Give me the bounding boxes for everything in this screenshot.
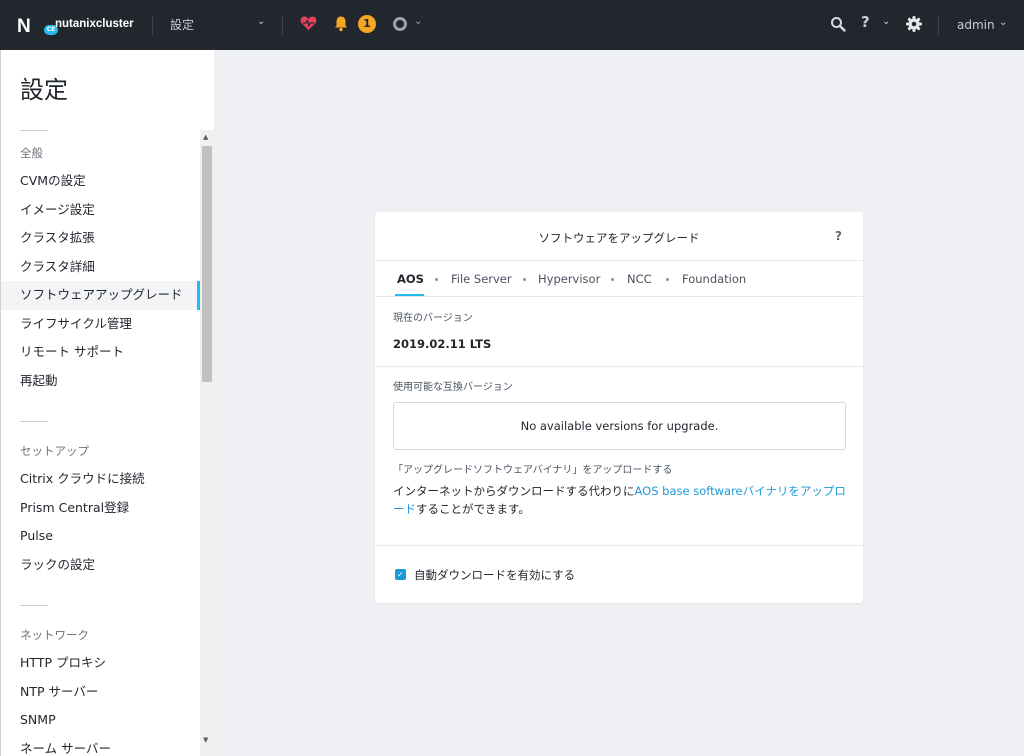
section-header-setup: セットアップ [20, 444, 89, 458]
panel-title: ソフトウェアをアップグレード [538, 231, 700, 245]
sidebar-item-citrix-cloud[interactable]: Citrix クラウドに接続 [1, 465, 200, 494]
chevron-down-icon[interactable]: ⌄ [257, 16, 265, 27]
tab-hypervisor[interactable]: Hypervisor [538, 272, 600, 286]
tab-file-server[interactable]: File Server [451, 272, 512, 286]
sidebar-item-snmp[interactable]: SNMP [1, 706, 200, 735]
panel-header: ソフトウェアをアップグレード ? [375, 212, 863, 261]
scroll-down-arrow-icon[interactable]: ▼ [203, 736, 208, 744]
active-tab-indicator [395, 294, 424, 296]
sidebar-item-cvm-settings[interactable]: CVMの設定 [1, 167, 200, 196]
upload-description: インターネットからダウンロードする代わりにAOS base softwareバイ… [393, 482, 853, 518]
divider [375, 366, 863, 367]
nutanix-logo[interactable]: N CE nutanixcluster [17, 13, 137, 37]
settings-nav-list: 全般 CVMの設定 イメージ設定 クラスタ拡張 クラスタ詳細 ソフトウェアアップ… [1, 130, 200, 756]
available-versions-box: No available versions for upgrade. [393, 402, 846, 450]
upgrade-tabs: AOS File Server Hypervisor NCC Foundatio… [375, 261, 863, 297]
tab-foundation[interactable]: Foundation [682, 272, 746, 286]
section-header-general: 全般 [20, 146, 43, 160]
upload-desc-text: することができます。 [416, 502, 530, 516]
search-icon[interactable] [830, 16, 846, 36]
tab-separator-dot [666, 278, 669, 281]
cluster-name: nutanixcluster [55, 18, 134, 30]
tab-separator-dot [435, 278, 438, 281]
tab-separator-dot [611, 278, 614, 281]
tab-aos[interactable]: AOS [397, 272, 424, 286]
sidebar-item-ntp-server[interactable]: NTP サーバー [1, 678, 200, 707]
task-status-icon[interactable] [393, 17, 407, 31]
sidebar-item-reboot[interactable]: 再起動 [1, 367, 200, 396]
logo-mark: N [17, 16, 31, 37]
current-version-label: 現在のバージョン [393, 313, 473, 324]
sidebar-item-prism-central[interactable]: Prism Central登録 [1, 494, 200, 523]
chevron-down-icon[interactable]: ⌄ [414, 16, 422, 27]
tab-ncc[interactable]: NCC [627, 272, 652, 286]
divider [152, 15, 153, 35]
auto-download-label[interactable]: 自動ダウンロードを有効にする [414, 567, 575, 583]
chevron-down-icon[interactable]: ⌄ [999, 17, 1007, 28]
upload-binary-label: 「アップグレードソフトウェアバイナリ」をアップロードする [393, 465, 673, 476]
sidebar-item-http-proxy[interactable]: HTTP プロキシ [1, 649, 200, 678]
available-versions-label: 使用可能な互換バージョン [393, 382, 513, 393]
sidebar-item-expand-cluster[interactable]: クラスタ拡張 [1, 224, 200, 253]
divider [375, 545, 863, 546]
software-upgrade-panel: ソフトウェアをアップグレード ? AOS File Server Hypervi… [375, 212, 863, 603]
alert-count-badge[interactable]: 1 [358, 15, 376, 33]
upload-desc-text: インターネットからダウンロードする代わりに [393, 484, 635, 498]
sidebar-item-lifecycle-management[interactable]: ライフサイクル管理 [1, 310, 200, 339]
settings-sidebar: 設定 全般 CVMの設定 イメージ設定 クラスタ拡張 クラスタ詳細 ソフトウェア… [0, 50, 214, 756]
sidebar-item-image-settings[interactable]: イメージ設定 [1, 196, 200, 225]
scrollbar-thumb[interactable] [202, 146, 212, 382]
help-icon[interactable]: ? [835, 229, 842, 243]
chevron-down-icon[interactable]: ⌄ [882, 16, 890, 27]
sidebar-item-cluster-details[interactable]: クラスタ詳細 [1, 253, 200, 282]
sidebar-item-software-upgrade[interactable]: ソフトウェアアップグレード [1, 281, 200, 310]
top-navigation-bar: N CE nutanixcluster 設定 ⌄ 1 ⌄ ? ⌄ admin ⌄ [0, 0, 1024, 50]
sidebar-title: 設定 [20, 76, 68, 104]
current-version-value: 2019.02.11 LTS [393, 337, 492, 351]
help-icon[interactable]: ? [861, 13, 870, 31]
tab-separator-dot [523, 278, 526, 281]
gear-icon[interactable] [905, 15, 923, 37]
no-versions-message: No available versions for upgrade. [520, 419, 719, 433]
sidebar-item-pulse[interactable]: Pulse [1, 522, 200, 551]
divider [938, 15, 939, 35]
scroll-up-arrow-icon[interactable]: ▲ [203, 133, 208, 141]
auto-download-checkbox[interactable]: ✓ [395, 569, 406, 580]
alerts-bell-icon[interactable] [333, 15, 349, 36]
user-menu[interactable]: admin [957, 18, 995, 32]
page-selector[interactable]: 設定 [170, 16, 194, 33]
divider [282, 15, 283, 35]
sidebar-item-name-server[interactable]: ネーム サーバー [1, 735, 200, 756]
health-heart-icon[interactable] [300, 15, 317, 35]
section-header-network: ネットワーク [20, 628, 89, 642]
sidebar-item-rack-settings[interactable]: ラックの設定 [1, 551, 200, 580]
sidebar-item-remote-support[interactable]: リモート サポート [1, 338, 200, 367]
